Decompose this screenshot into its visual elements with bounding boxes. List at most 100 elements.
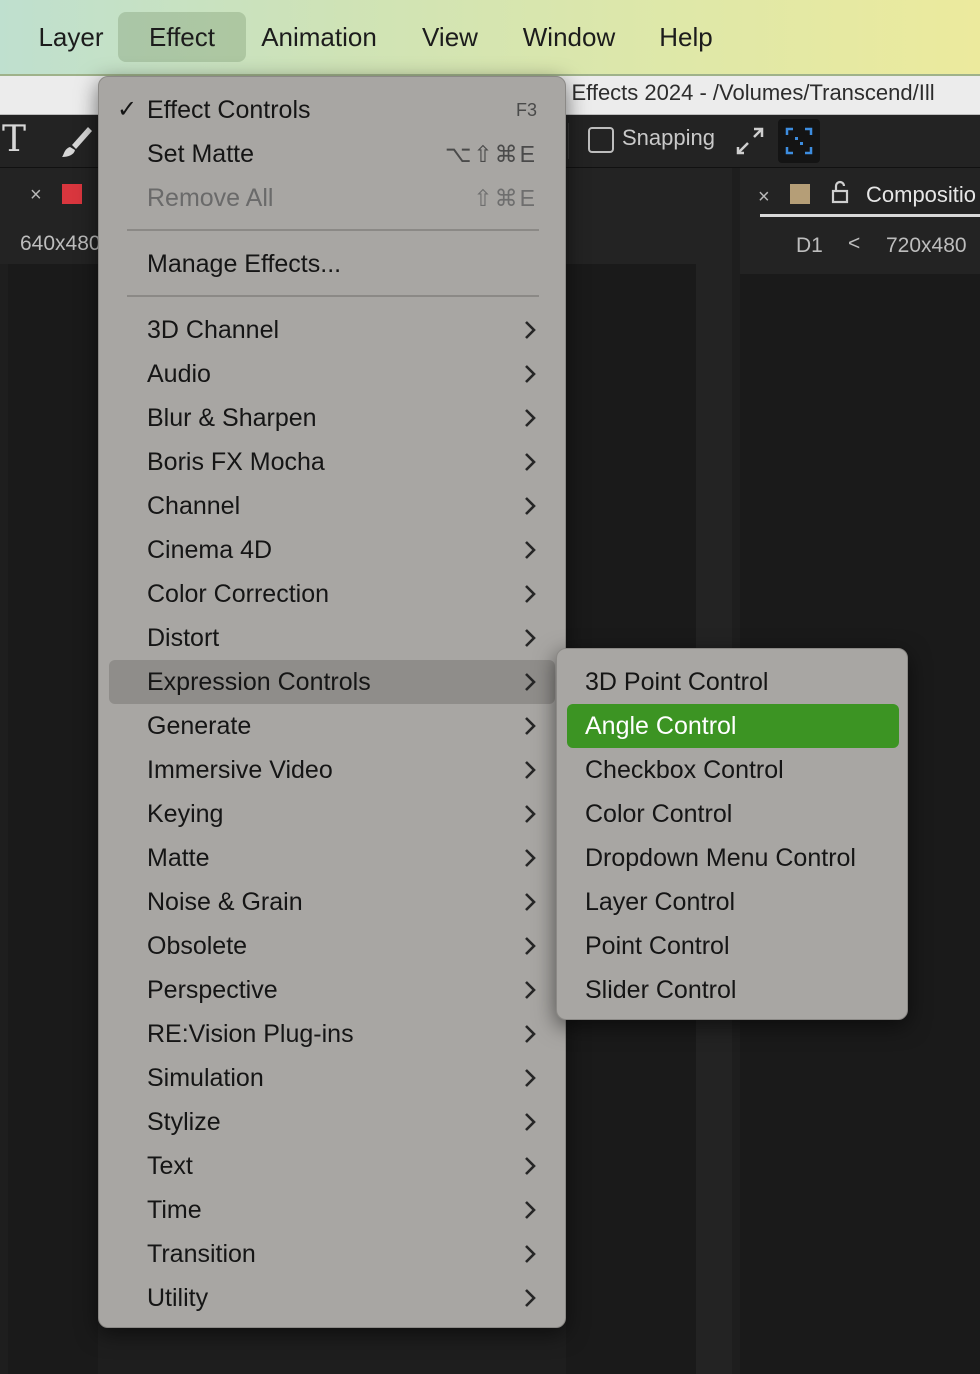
menu-item-utility[interactable]: Utility bbox=[109, 1276, 555, 1320]
toolbar-divider bbox=[568, 123, 569, 159]
submenu-item-point-control[interactable]: Point Control bbox=[567, 924, 899, 968]
menu-item-text[interactable]: Text bbox=[109, 1144, 555, 1188]
menu-item-cinema-4d[interactable]: Cinema 4D bbox=[109, 528, 555, 572]
menu-item-transition[interactable]: Transition bbox=[109, 1232, 555, 1276]
menu-item-boris-fx-mocha[interactable]: Boris FX Mocha bbox=[109, 440, 555, 484]
menu-item-label: Perspective bbox=[147, 976, 278, 1004]
menu-item-label: Text bbox=[147, 1152, 193, 1180]
submenu-item-label: Dropdown Menu Control bbox=[585, 844, 856, 872]
composition-tab[interactable]: Compositio bbox=[866, 182, 976, 208]
left-panel-resolution: 640x480 bbox=[20, 232, 101, 255]
menu-item-label: Cinema 4D bbox=[147, 536, 273, 564]
menu-separator bbox=[127, 295, 539, 297]
menu-item-re-vision-plug-ins[interactable]: RE:Vision Plug-ins bbox=[109, 1012, 555, 1056]
menu-item-label: Audio bbox=[147, 360, 211, 388]
menu-item-audio[interactable]: Audio bbox=[109, 352, 555, 396]
submenu-item-label: 3D Point Control bbox=[585, 668, 769, 696]
submenu-item-angle-control[interactable]: Angle Control bbox=[567, 704, 899, 748]
menu-item-label: Remove All bbox=[147, 184, 274, 212]
menu-item-label: Distort bbox=[147, 624, 220, 652]
menu-help[interactable]: Help bbox=[646, 12, 726, 62]
tab-underline bbox=[760, 214, 980, 217]
snapping-label: Snapping bbox=[622, 125, 715, 150]
submenu-item-label: Checkbox Control bbox=[585, 756, 784, 784]
submenu-item-label: Slider Control bbox=[585, 976, 737, 1004]
menu-item-label: Blur & Sharpen bbox=[147, 404, 317, 432]
region-of-interest-button[interactable] bbox=[778, 119, 820, 163]
menu-item-noise-grain[interactable]: Noise & Grain bbox=[109, 880, 555, 924]
menu-item-blur-sharpen[interactable]: Blur & Sharpen bbox=[109, 396, 555, 440]
menu-item-distort[interactable]: Distort bbox=[109, 616, 555, 660]
menu-item-label: Channel bbox=[147, 492, 241, 520]
submenu-item-label: Angle Control bbox=[585, 712, 737, 740]
snapping-checkbox[interactable] bbox=[588, 127, 614, 153]
menu-layer[interactable]: Layer bbox=[22, 12, 120, 62]
menu-item-effect-controls[interactable]: ✓ Effect Controls F3 bbox=[109, 88, 555, 132]
composition-preset: D1 bbox=[796, 234, 823, 257]
menu-view[interactable]: View bbox=[410, 12, 490, 62]
menu-item-set-matte[interactable]: Set Matte ⌥⇧⌘E bbox=[109, 132, 555, 176]
menu-animation[interactable]: Animation bbox=[250, 12, 388, 62]
submenu-item-layer-control[interactable]: Layer Control bbox=[567, 880, 899, 924]
menu-item-color-correction[interactable]: Color Correction bbox=[109, 572, 555, 616]
menu-item-label: Matte bbox=[147, 844, 210, 872]
menu-item-label: Transition bbox=[147, 1240, 256, 1268]
submenu-item-dropdown-menu-control[interactable]: Dropdown Menu Control bbox=[567, 836, 899, 880]
menu-item-label: RE:Vision Plug-ins bbox=[147, 1020, 354, 1048]
menu-item-immersive-video[interactable]: Immersive Video bbox=[109, 748, 555, 792]
submenu-item-3d-point-control[interactable]: 3D Point Control bbox=[567, 660, 899, 704]
composition-resolution: 720x480 bbox=[886, 234, 967, 257]
menu-item-manage-effects[interactable]: Manage Effects... bbox=[109, 242, 555, 286]
menu-item-label: Effect Controls bbox=[147, 96, 311, 124]
menu-item-3d-channel[interactable]: 3D Channel bbox=[109, 308, 555, 352]
menu-item-label: Utility bbox=[147, 1284, 209, 1312]
composition-color-swatch bbox=[790, 184, 810, 204]
chevron-right-icon bbox=[523, 1276, 537, 1333]
menu-separator bbox=[127, 229, 539, 231]
submenu-item-slider-control[interactable]: Slider Control bbox=[567, 968, 899, 1012]
expression-controls-submenu: 3D Point Control Angle Control Checkbox Co… bbox=[556, 648, 908, 1020]
menu-window[interactable]: Window bbox=[510, 12, 628, 62]
left-panel-header: × 640x480 bbox=[0, 168, 101, 264]
menu-item-time[interactable]: Time bbox=[109, 1188, 555, 1232]
menu-item-label: Generate bbox=[147, 712, 252, 740]
menu-item-label: Obsolete bbox=[147, 932, 248, 960]
menu-item-perspective[interactable]: Perspective bbox=[109, 968, 555, 1012]
menu-effect[interactable]: Effect bbox=[118, 12, 246, 62]
menu-item-label: Immersive Video bbox=[147, 756, 333, 784]
composition-close-icon[interactable]: × bbox=[758, 186, 770, 209]
menu-item-label: Color Correction bbox=[147, 580, 330, 608]
lock-icon[interactable] bbox=[830, 180, 850, 204]
menu-item-stylize[interactable]: Stylize bbox=[109, 1100, 555, 1144]
text-tool-icon[interactable]: T bbox=[2, 117, 42, 163]
menu-item-label: 3D Channel bbox=[147, 316, 280, 344]
submenu-item-checkbox-control[interactable]: Checkbox Control bbox=[567, 748, 899, 792]
menu-item-channel[interactable]: Channel bbox=[109, 484, 555, 528]
brush-tool-icon[interactable] bbox=[58, 123, 96, 161]
menu-item-label: Stylize bbox=[147, 1108, 221, 1136]
shortcut-label: ⇧⌘E bbox=[473, 185, 537, 211]
menu-item-obsolete[interactable]: Obsolete bbox=[109, 924, 555, 968]
submenu-item-label: Point Control bbox=[585, 932, 730, 960]
menu-item-simulation[interactable]: Simulation bbox=[109, 1056, 555, 1100]
text-tool-glyph: T bbox=[2, 119, 27, 160]
menu-item-label: Keying bbox=[147, 800, 224, 828]
menu-item-label: Set Matte bbox=[147, 140, 254, 168]
menu-item-label: Manage Effects... bbox=[147, 250, 342, 278]
menu-item-matte[interactable]: Matte bbox=[109, 836, 555, 880]
composition-nav-back-icon[interactable]: < bbox=[848, 232, 860, 256]
menu-item-expression-controls[interactable]: Expression Controls bbox=[109, 660, 555, 704]
region-of-interest-icon bbox=[785, 127, 813, 155]
menu-item-label: Simulation bbox=[147, 1064, 264, 1092]
left-panel-close-icon[interactable]: × bbox=[30, 184, 42, 207]
menu-item-label: Expression Controls bbox=[147, 668, 371, 696]
menu-item-generate[interactable]: Generate bbox=[109, 704, 555, 748]
effect-menu: ✓ Effect Controls F3 Set Matte ⌥⇧⌘E Remo… bbox=[98, 76, 566, 1328]
menu-item-keying[interactable]: Keying bbox=[109, 792, 555, 836]
snap-expand-icon[interactable] bbox=[734, 125, 766, 157]
submenu-item-label: Layer Control bbox=[585, 888, 736, 916]
menu-item-remove-all: Remove All ⇧⌘E bbox=[109, 176, 555, 220]
submenu-item-color-control[interactable]: Color Control bbox=[567, 792, 899, 836]
composition-panel-header: × Compositio D1 < 720x480 bbox=[740, 168, 980, 274]
submenu-item-label: Color Control bbox=[585, 800, 733, 828]
